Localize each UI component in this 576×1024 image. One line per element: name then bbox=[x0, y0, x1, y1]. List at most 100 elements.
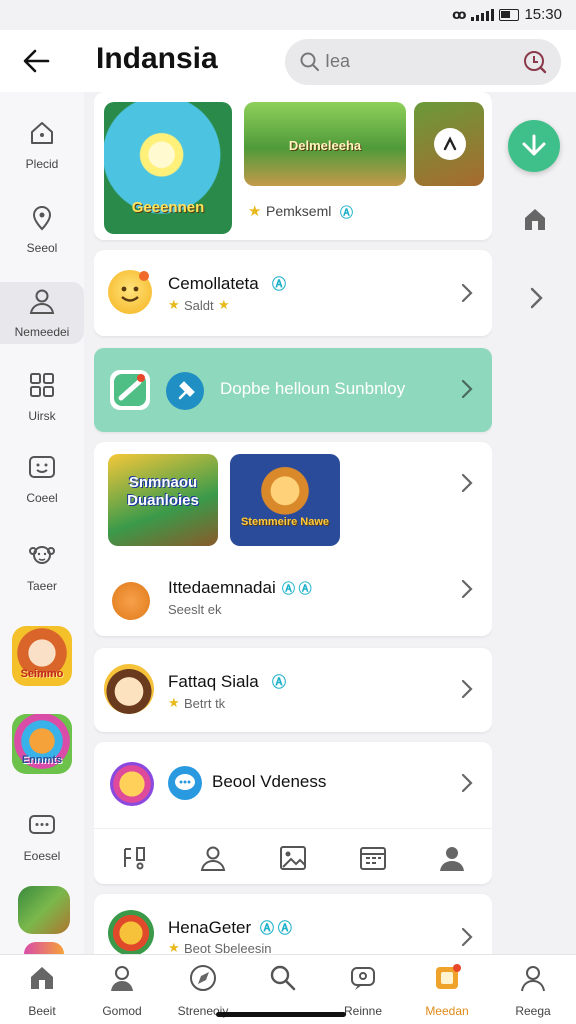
chat-icon bbox=[29, 815, 55, 834]
category-sidebar: Plecid Seeol Nemeedei Uirsk Coeel Taeer … bbox=[0, 92, 84, 954]
star-icon: ★ bbox=[168, 695, 180, 710]
list-item[interactable]: Cemollateta Ⓐ ★ Saldt ★ bbox=[94, 250, 492, 336]
featured-card[interactable]: Geeennen Delmeleeha ★ Pemkseml Ⓐ bbox=[94, 92, 492, 240]
games-card[interactable]: Snmnaou Duanloies Stemmeire Nawe Ittedae… bbox=[94, 442, 492, 636]
tab-search[interactable] bbox=[242, 963, 324, 1004]
image-icon[interactable] bbox=[278, 843, 308, 873]
sidebar-item-label: Taeer bbox=[26, 579, 58, 593]
tab-wallet[interactable]: Meedan bbox=[406, 963, 488, 1018]
profile-icon bbox=[521, 966, 545, 992]
row-subtitle: Seeslt ek bbox=[168, 602, 222, 617]
sidebar-item-label: Eoesel bbox=[23, 849, 61, 863]
profile-icon[interactable] bbox=[437, 843, 467, 873]
hammer-icon bbox=[166, 372, 204, 410]
search-icon bbox=[300, 52, 319, 71]
sidebar-item-chat[interactable]: Eoesel bbox=[0, 810, 84, 872]
row-title: Fattaq Siala bbox=[168, 672, 259, 691]
game-icon-thumb-partial[interactable] bbox=[24, 942, 64, 954]
home-indicator bbox=[216, 1012, 346, 1017]
game-tile-stemmeire[interactable]: Stemmeire Nawe bbox=[230, 454, 340, 546]
action-toolbar bbox=[94, 828, 492, 886]
mod-tool-icon bbox=[110, 370, 150, 410]
chevron-right-icon[interactable] bbox=[460, 282, 474, 304]
sidebar-item-label: Uirsk bbox=[28, 409, 56, 423]
game-tile-label: Geeennen bbox=[131, 199, 205, 216]
verified-icon: Ⓐ bbox=[340, 205, 354, 220]
chevron-right-icon[interactable] bbox=[528, 286, 544, 310]
social-card[interactable]: Beool Vdeness bbox=[94, 742, 492, 884]
grid-icon bbox=[30, 373, 54, 397]
wallet-icon bbox=[436, 964, 461, 989]
sidebar-item-pets[interactable]: Taeer bbox=[0, 540, 84, 602]
verified-icon: Ⓐ bbox=[272, 276, 286, 292]
featured-caption: Pemkseml bbox=[266, 203, 332, 219]
tools-icon[interactable] bbox=[119, 843, 149, 873]
row-title: Cemollateta bbox=[168, 274, 259, 293]
search-bar[interactable] bbox=[285, 39, 561, 85]
row-subtitle: Saldt bbox=[184, 298, 214, 313]
tab-label: Reega bbox=[515, 1004, 551, 1018]
highlight-label: Dopbe helloun Sunbnloy bbox=[220, 379, 406, 398]
game-tile-third[interactable] bbox=[414, 102, 484, 186]
page-title: Indansia bbox=[96, 42, 218, 75]
chevron-right-icon[interactable] bbox=[460, 772, 474, 794]
list-item[interactable]: Fattaq Siala Ⓐ ★ Betrt tk bbox=[94, 648, 492, 732]
row-title: HenaGeter bbox=[168, 918, 252, 937]
tab-profile[interactable]: Reega bbox=[492, 963, 574, 1018]
sidebar-item-location[interactable]: Seeol bbox=[0, 202, 84, 264]
monkey-icon bbox=[29, 546, 55, 564]
chevron-right-icon[interactable] bbox=[460, 472, 474, 494]
game-tile-delmeleeha[interactable]: Delmeleeha bbox=[244, 102, 406, 186]
chevron-right-icon[interactable] bbox=[460, 926, 474, 948]
chevron-right-icon[interactable] bbox=[460, 678, 474, 700]
game-badge-label: Seimmo bbox=[20, 668, 64, 680]
signal-icon bbox=[471, 8, 495, 21]
avatar bbox=[104, 664, 154, 714]
character-emoji-icon bbox=[112, 582, 150, 620]
tab-label: Meedan bbox=[425, 1004, 469, 1018]
tab-explore[interactable]: Streneoiy bbox=[162, 963, 244, 1018]
game-tile-duanloies[interactable]: Snmnaou Duanloies bbox=[108, 454, 218, 546]
game-tile-label: Snmnaou Duanloies bbox=[127, 474, 199, 509]
sidebar-item-grid[interactable]: Uirsk bbox=[0, 370, 84, 432]
game-tile-geeennen[interactable]: Geeennen bbox=[104, 102, 232, 234]
download-fab[interactable] bbox=[508, 120, 560, 172]
search-input[interactable] bbox=[325, 51, 495, 72]
share-icon[interactable] bbox=[434, 128, 466, 160]
sidebar-item-label: Plecid bbox=[25, 157, 59, 171]
calendar-icon[interactable] bbox=[358, 843, 388, 873]
character-emoji-icon bbox=[108, 910, 154, 954]
sidebar-item-label: Seeol bbox=[26, 241, 58, 255]
home-icon bbox=[31, 967, 53, 989]
game-icon-thumb[interactable] bbox=[18, 886, 70, 934]
scan-search-icon[interactable] bbox=[521, 48, 549, 76]
star-icon: ★ bbox=[248, 203, 262, 220]
person-icon bbox=[29, 289, 55, 314]
chat-icon bbox=[351, 967, 375, 990]
verified-icon: Ⓐ bbox=[272, 674, 286, 690]
smile-emoji-icon bbox=[108, 270, 152, 314]
home-icon[interactable] bbox=[522, 206, 548, 232]
person-icon[interactable] bbox=[198, 843, 228, 873]
game-icon-seimmo[interactable]: Seimmo bbox=[12, 626, 72, 686]
sidebar-item-home[interactable]: Plecid bbox=[0, 118, 84, 180]
game-badge-label: Ennmts bbox=[21, 754, 63, 766]
tab-home[interactable]: Beeit bbox=[1, 963, 83, 1018]
game-tile-label: Delmeleeha bbox=[288, 138, 362, 153]
game-icon-ennmts[interactable]: Ennmts bbox=[12, 714, 72, 774]
sidebar-item-emoji[interactable]: Coeel bbox=[0, 452, 84, 514]
tab-label: Gomod bbox=[102, 1004, 142, 1018]
sidebar-item-label: Nemeedei bbox=[14, 325, 70, 339]
smile-emoji-icon bbox=[110, 762, 154, 806]
tab-messages[interactable]: Reinne bbox=[322, 963, 404, 1018]
highlight-row[interactable]: Dopbe helloun Sunbnloy bbox=[94, 348, 492, 432]
tab-friends[interactable]: Gomod bbox=[81, 963, 163, 1018]
row-title: Beool Vdeness bbox=[212, 772, 327, 791]
sidebar-item-profile[interactable]: Nemeedei bbox=[0, 282, 84, 344]
chevron-right-icon[interactable] bbox=[460, 378, 474, 400]
game-tile-label: Stemmeire Nawe bbox=[240, 516, 330, 528]
list-item[interactable]: HenaGeter Ⓐ Ⓐ ★ Beot Sbeleesin bbox=[94, 894, 492, 954]
chevron-right-icon[interactable] bbox=[460, 578, 474, 600]
back-arrow-icon[interactable] bbox=[20, 44, 54, 78]
status-bar: ꝏ 15:30 bbox=[0, 0, 576, 30]
